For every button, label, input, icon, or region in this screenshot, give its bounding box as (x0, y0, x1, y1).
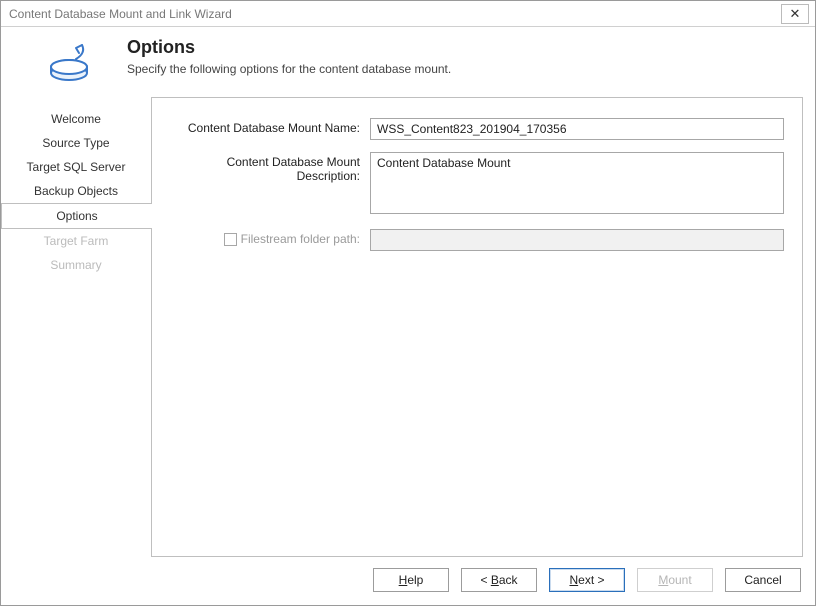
header-text: Options Specify the following options fo… (127, 35, 799, 87)
body: Welcome Source Type Target SQL Server Ba… (1, 97, 815, 565)
back-button[interactable]: < Back (461, 568, 537, 592)
row-filestream-path: Filestream folder path: (170, 229, 784, 251)
mount-name-input[interactable] (370, 118, 784, 140)
mount-name-label: Content Database Mount Name: (188, 121, 360, 135)
wizard-icon (17, 35, 127, 87)
sidebar-item-label: Welcome (51, 112, 101, 126)
close-button[interactable]: ✕ (781, 4, 809, 24)
sidebar-item-backup-objects[interactable]: Backup Objects (1, 179, 151, 203)
sidebar-item-source-type[interactable]: Source Type (1, 131, 151, 155)
filestream-path-input (370, 229, 784, 251)
sidebar-item-options[interactable]: Options (1, 203, 152, 229)
help-button[interactable]: Help (373, 568, 449, 592)
sidebar-item-target-sql-server[interactable]: Target SQL Server (1, 155, 151, 179)
wizard-window: Content Database Mount and Link Wizard ✕… (0, 0, 816, 606)
sidebar-item-label: Target Farm (44, 234, 109, 248)
close-icon: ✕ (790, 6, 801, 22)
sidebar-item-label: Backup Objects (34, 184, 118, 198)
wizard-steps-sidebar: Welcome Source Type Target SQL Server Ba… (1, 97, 151, 557)
content-panel: Content Database Mount Name: Content Dat… (151, 97, 803, 557)
row-mount-name: Content Database Mount Name: (170, 118, 784, 140)
titlebar: Content Database Mount and Link Wizard ✕ (1, 1, 815, 27)
sidebar-item-label: Summary (50, 258, 101, 272)
filestream-checkbox[interactable] (224, 233, 237, 246)
page-subheading: Specify the following options for the co… (127, 62, 799, 76)
row-mount-description: Content Database Mount Description: Cont… (170, 152, 784, 217)
cancel-button[interactable]: Cancel (725, 568, 801, 592)
header: Options Specify the following options fo… (1, 27, 815, 97)
page-heading: Options (127, 37, 799, 58)
mount-description-input[interactable]: Content Database Mount (370, 152, 784, 214)
filestream-label: Filestream folder path: (241, 232, 360, 246)
window-title: Content Database Mount and Link Wizard (9, 7, 781, 21)
sidebar-item-target-farm: Target Farm (1, 229, 151, 253)
sidebar-item-label: Target SQL Server (27, 160, 126, 174)
next-button[interactable]: Next > (549, 568, 625, 592)
sidebar-item-label: Options (56, 209, 97, 223)
sidebar-item-welcome[interactable]: Welcome (1, 107, 151, 131)
sidebar-item-label: Source Type (42, 136, 109, 150)
footer: Help < Back Next > Mount Cancel (1, 565, 815, 605)
mount-description-label: Content Database Mount Description: (170, 155, 360, 183)
sidebar-item-summary: Summary (1, 253, 151, 277)
mount-button: Mount (637, 568, 713, 592)
